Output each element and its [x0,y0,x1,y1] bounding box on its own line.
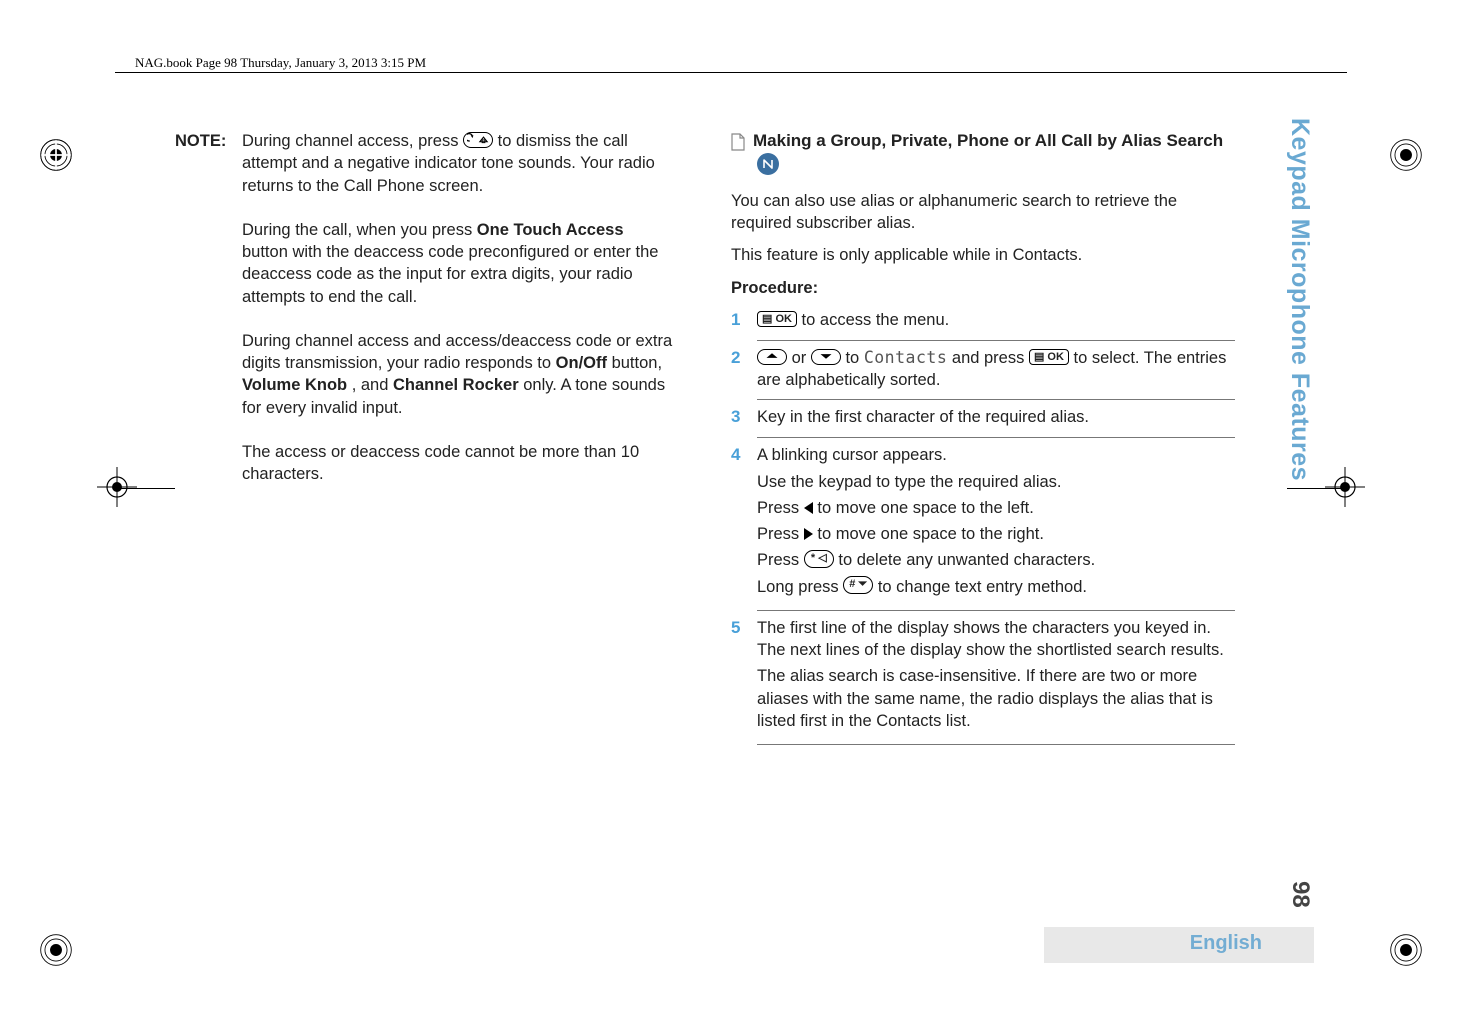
text: or [792,349,811,367]
right-arrow-icon [804,528,813,540]
nfc-badge-icon [757,153,779,175]
running-header: NAG.book Page 98 Thursday, January 3, 20… [135,55,426,71]
text-bold: One Touch Access [477,221,624,239]
step-5: 5 The first line of the display shows th… [731,613,1235,742]
step-4: 4 A blinking cursor appears. Use the key… [731,440,1235,608]
text: to access the menu. [802,311,950,329]
intro-text: This feature is only applicable while in… [731,244,1235,266]
step-number: 3 [731,406,745,429]
text-bold: On/Off [556,354,607,372]
up-key-icon [757,349,787,365]
text: button, [612,354,662,372]
menu-item-contacts: Contacts [864,348,947,367]
registration-mark-icon [1389,138,1423,172]
document-icon [731,133,745,151]
text: Press [757,551,804,569]
crosshair-mark-icon [1325,467,1365,507]
hash-key-icon: # ⏷ [843,576,873,594]
registration-mark-icon [1389,933,1423,967]
side-section-label: Keypad Microphone Features [1285,118,1314,481]
page-number: 98 [1286,881,1314,908]
registration-mark-icon [39,138,73,172]
text: to [845,349,863,367]
mid-rule [115,488,175,489]
text: Press [757,525,804,543]
text: During the call, when you press [242,221,477,239]
left-column: NOTE: During channel access, press to di… [175,130,673,747]
text: The first line of the display shows the … [757,617,1235,662]
text: Press [757,499,804,517]
step-divider [757,744,1235,745]
step-number: 1 [731,309,745,332]
text: A blinking cursor appears. [757,444,1235,466]
top-rule [115,72,1347,73]
right-column: Making a Group, Private, Phone or All Ca… [731,130,1235,747]
step-number: 5 [731,617,745,736]
text: and press [952,349,1029,367]
step-number: 2 [731,347,745,392]
text-bold: Channel Rocker [393,376,519,394]
text: During channel access, press [242,132,463,150]
footer-language: English [1190,932,1262,955]
step-divider [757,340,1235,341]
procedure-label: Procedure: [731,277,1235,299]
text: to change text entry method. [878,578,1087,596]
ok-key-icon: ▤ OK [757,311,797,327]
text: , and [352,376,393,394]
text: The alias search is case-insensitive. If… [757,665,1235,732]
step-2: 2 or to Contacts and press ▤ OK to selec… [731,343,1235,398]
star-delete-key-icon: * ◁ [804,550,834,568]
step-number: 4 [731,444,745,602]
step-divider [757,610,1235,611]
crosshair-mark-icon [97,467,137,507]
heading-text: Making a Group, Private, Phone or All Ca… [753,131,1223,150]
text: button with the deaccess code preconfigu… [242,243,658,306]
text: Key in the first character of the requir… [757,406,1235,429]
note-label: NOTE: [175,130,232,485]
side-tab: Keypad Microphone Features 98 [1276,118,1314,908]
text-bold: Volume Knob [242,376,347,394]
step-3: 3 Key in the first character of the requ… [731,402,1235,435]
section-heading: Making a Group, Private, Phone or All Ca… [753,130,1235,176]
back-home-key-icon [463,132,493,148]
ok-key-icon: ▤ OK [1029,349,1069,365]
intro-text: You can also use alias or alphanumeric s… [731,190,1235,235]
text: The access or deaccess code cannot be mo… [242,441,673,486]
note-body: During channel access, press to dismiss … [242,130,673,485]
text: During channel access and access/deacces… [242,332,672,372]
step-divider [757,437,1235,438]
step-1: 1 ▤ OK to access the menu. [731,305,1235,338]
text: to move one space to the right. [817,525,1044,543]
down-key-icon [811,349,841,365]
registration-mark-icon [39,933,73,967]
step-divider [757,399,1235,400]
footer-bar [1044,927,1314,963]
text: Long press [757,578,843,596]
left-arrow-icon [804,502,813,514]
text: to delete any unwanted characters. [838,551,1095,569]
text: to move one space to the left. [817,499,1033,517]
text: Use the keypad to type the required alia… [757,471,1235,493]
